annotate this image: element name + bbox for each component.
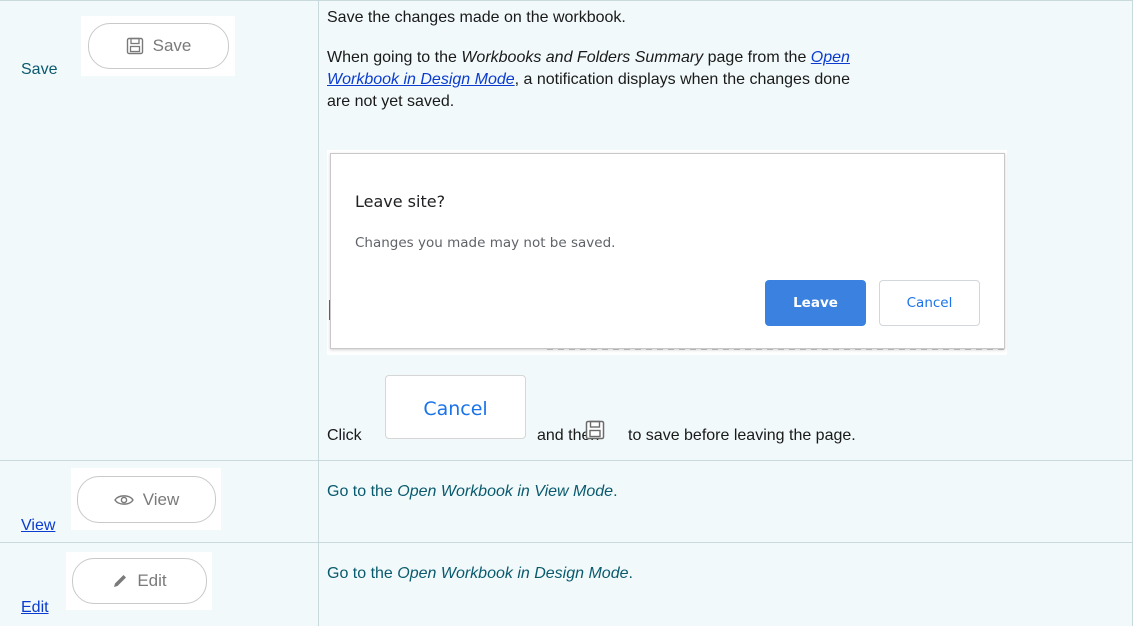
leave-site-dialog-screenshot: Leave site? Changes you made may not be … [327, 150, 1007, 355]
floppy-disk-icon [126, 37, 144, 55]
view-button-label: View [142, 489, 180, 509]
term-view-link[interactable]: View [21, 517, 55, 535]
click-instruction-prefix: Click [327, 427, 362, 444]
open-workbook-design-mode-link[interactable]: Open [811, 49, 850, 66]
open-workbook-design-mode-link[interactable]: Workbook in Design Mode [327, 71, 515, 88]
cancel-button[interactable]: Cancel [385, 375, 526, 439]
eye-icon [113, 493, 134, 507]
dialog-cancel-button[interactable]: Cancel [879, 280, 980, 326]
edit-button[interactable]: Edit [72, 558, 207, 604]
view-description: Go to the Open Workbook in View Mode. [327, 483, 618, 500]
view-button[interactable]: View [77, 476, 216, 523]
workbooks-folders-summary-text: Workbooks and Folders Summary [461, 49, 704, 66]
term-edit-link[interactable]: Edit [21, 599, 49, 617]
save-button[interactable]: Save [88, 23, 229, 69]
row-divider [0, 460, 1133, 461]
save-description-line1: Save the changes made on the workbook. [327, 9, 626, 26]
floppy-disk-icon[interactable] [585, 420, 605, 445]
row-divider [0, 542, 1133, 543]
leave-site-dialog: Leave site? Changes you made may not be … [330, 153, 1005, 349]
edit-button-label: Edit [137, 571, 167, 590]
edit-description: Go to the Open Workbook in Design Mode. [327, 565, 633, 582]
column-divider [318, 0, 319, 626]
pencil-icon [112, 573, 128, 589]
save-button-label: Save [152, 36, 192, 55]
save-description-paragraph: When going to the Workbooks and Folders … [327, 49, 850, 110]
reference-table: Save Save Save the changes made on the w… [0, 0, 1133, 626]
click-instruction-suffix: to save before leaving the page. [628, 427, 856, 444]
table-top-border [0, 0, 1133, 1]
dialog-message: Changes you made may not be saved. [355, 235, 616, 251]
term-save: Save [21, 61, 58, 78]
leave-button[interactable]: Leave [765, 280, 866, 326]
open-workbook-design-mode-text: Open Workbook in Design Mode [397, 565, 629, 582]
open-workbook-view-mode-text: Open Workbook in View Mode [397, 483, 614, 500]
dialog-title: Leave site? [355, 192, 446, 211]
